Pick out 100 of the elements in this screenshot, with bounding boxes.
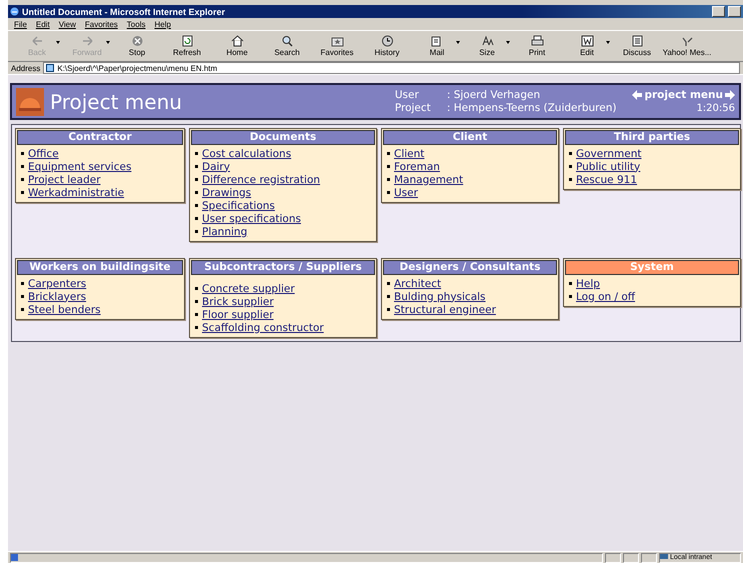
page-title: Project menu: [50, 90, 183, 114]
intranet-icon: [660, 554, 668, 561]
print-icon: [530, 35, 544, 47]
menu-item[interactable]: Tools: [126, 20, 146, 28]
minimize-button[interactable]: [712, 6, 725, 17]
menu-link[interactable]: User specifications: [202, 212, 301, 224]
menu-link[interactable]: Management: [394, 174, 464, 186]
favorites-icon: [330, 35, 344, 47]
bullet-icon: [195, 326, 198, 329]
bullet-icon: [195, 152, 198, 155]
card-title: Documents: [191, 130, 375, 145]
menu-link[interactable]: Public utility: [576, 160, 640, 172]
left-arrow-icon: [632, 90, 642, 100]
menu-link[interactable]: Government: [576, 148, 642, 160]
menu-link[interactable]: Planning: [202, 226, 248, 238]
menu-link[interactable]: Steel benders: [28, 304, 101, 316]
bullet-icon: [387, 282, 390, 285]
status-pane: [641, 552, 657, 562]
toolbar-button[interactable]: Yahoo! Mes...: [662, 32, 712, 60]
toolbar-button[interactable]: Size: [462, 32, 512, 60]
project-label: Project: [394, 102, 432, 114]
user-label: User: [394, 88, 420, 102]
menu-item[interactable]: File: [14, 20, 27, 28]
toolbar-button[interactable]: Print: [512, 32, 562, 60]
menu-item[interactable]: Edit: [36, 20, 50, 28]
menu-link[interactable]: Brick supplier: [202, 296, 274, 308]
clock: 1:20:56: [696, 103, 735, 114]
menu-link[interactable]: Client: [394, 148, 424, 160]
toolbar-button[interactable]: History: [362, 32, 412, 60]
card-title: Subcontractors / Suppliers: [191, 260, 375, 275]
menu-link[interactable]: Office: [28, 148, 59, 160]
menu-link[interactable]: Equipment services: [28, 160, 132, 172]
toolbar-button[interactable]: Refresh: [162, 32, 212, 60]
menu-item[interactable]: Help: [154, 20, 171, 28]
bullet-icon: [195, 191, 198, 194]
bullet-icon: [195, 300, 198, 303]
bullet-icon: [21, 191, 24, 194]
caret-icon[interactable]: [456, 41, 460, 44]
menu-link[interactable]: Werkadministratie: [28, 186, 124, 198]
address-field[interactable]: K:\Sjoerd\^\Paper\projectmenu\menu EN.htm: [43, 62, 740, 74]
menu-link[interactable]: Project leader: [28, 174, 101, 186]
card-title: Third parties: [565, 130, 739, 145]
menu-item[interactable]: View: [58, 20, 76, 28]
toolbar-button[interactable]: Favorites: [312, 32, 362, 60]
menu-item[interactable]: Favorites: [84, 20, 118, 28]
toolbar-button[interactable]: Discuss: [612, 32, 662, 60]
menu-link[interactable]: Difference registration: [202, 174, 320, 186]
bullet-icon: [387, 191, 390, 194]
caret-icon[interactable]: [606, 41, 610, 44]
toolbar-button[interactable]: Edit: [562, 32, 612, 60]
menu-link[interactable]: Drawings: [202, 186, 252, 198]
toolbar-button[interactable]: Stop: [112, 32, 162, 60]
menu-link[interactable]: Foreman: [394, 160, 440, 172]
menu-link[interactable]: Cost calculations: [202, 148, 292, 160]
window-title: Untitled Document - Microsoft Internet Explorer: [22, 6, 226, 16]
user-name: : Sjoerd Verhagen: [446, 88, 542, 102]
menu-link[interactable]: Bulding physicals: [394, 290, 486, 302]
menu-link[interactable]: Structural engineer: [394, 304, 496, 316]
stop-icon: [130, 35, 144, 47]
mail-icon: [430, 35, 444, 47]
page-icon: [46, 64, 54, 72]
menu-link[interactable]: Dairy: [202, 160, 230, 172]
bullet-icon: [387, 152, 390, 155]
bullet-icon: [195, 217, 198, 220]
project-name: : Hempens-Teerns (Zuiderburen): [446, 102, 616, 114]
bullet-icon: [195, 287, 198, 290]
search-icon: [280, 35, 294, 47]
restore-button[interactable]: [728, 6, 741, 17]
menu-link[interactable]: Architect: [394, 278, 442, 290]
card-title: Designers / Consultants: [383, 260, 557, 275]
menu-link[interactable]: Rescue 911: [576, 174, 638, 186]
bullet-icon: [21, 152, 24, 155]
toolbar-button[interactable]: Home: [212, 32, 262, 60]
menu-link[interactable]: Log on / off: [576, 290, 636, 302]
toolbar-button[interactable]: Mail: [412, 32, 462, 60]
back-icon: [30, 35, 44, 47]
menu-link[interactable]: Carpenters: [28, 278, 86, 290]
browser-icon: [10, 7, 19, 16]
caret-icon[interactable]: [506, 41, 510, 44]
right-arrow-icon: [725, 90, 735, 100]
helmet-icon: [16, 88, 44, 116]
menu-link[interactable]: Scaffolding constructor: [202, 322, 324, 334]
menu-link[interactable]: Concrete supplier: [202, 282, 295, 294]
bullet-icon: [569, 165, 572, 168]
messenger-icon: [680, 35, 694, 47]
menu-link[interactable]: Floor supplier: [202, 308, 274, 320]
toolbar-button[interactable]: Search: [262, 32, 312, 60]
bullet-icon: [195, 165, 198, 168]
card-title: Contractor: [17, 130, 183, 145]
bullet-icon: [569, 295, 572, 298]
project-menu-link[interactable]: project menu: [632, 89, 735, 101]
bullet-icon: [195, 230, 198, 233]
bullet-icon: [21, 308, 24, 311]
menu-link[interactable]: Bricklayers: [28, 290, 86, 302]
menu-link[interactable]: User: [394, 186, 418, 198]
bullet-icon: [387, 165, 390, 168]
menu-link[interactable]: Specifications: [202, 200, 275, 212]
home-icon: [230, 35, 244, 47]
menu-link[interactable]: Help: [576, 278, 600, 290]
bullet-icon: [569, 178, 572, 181]
